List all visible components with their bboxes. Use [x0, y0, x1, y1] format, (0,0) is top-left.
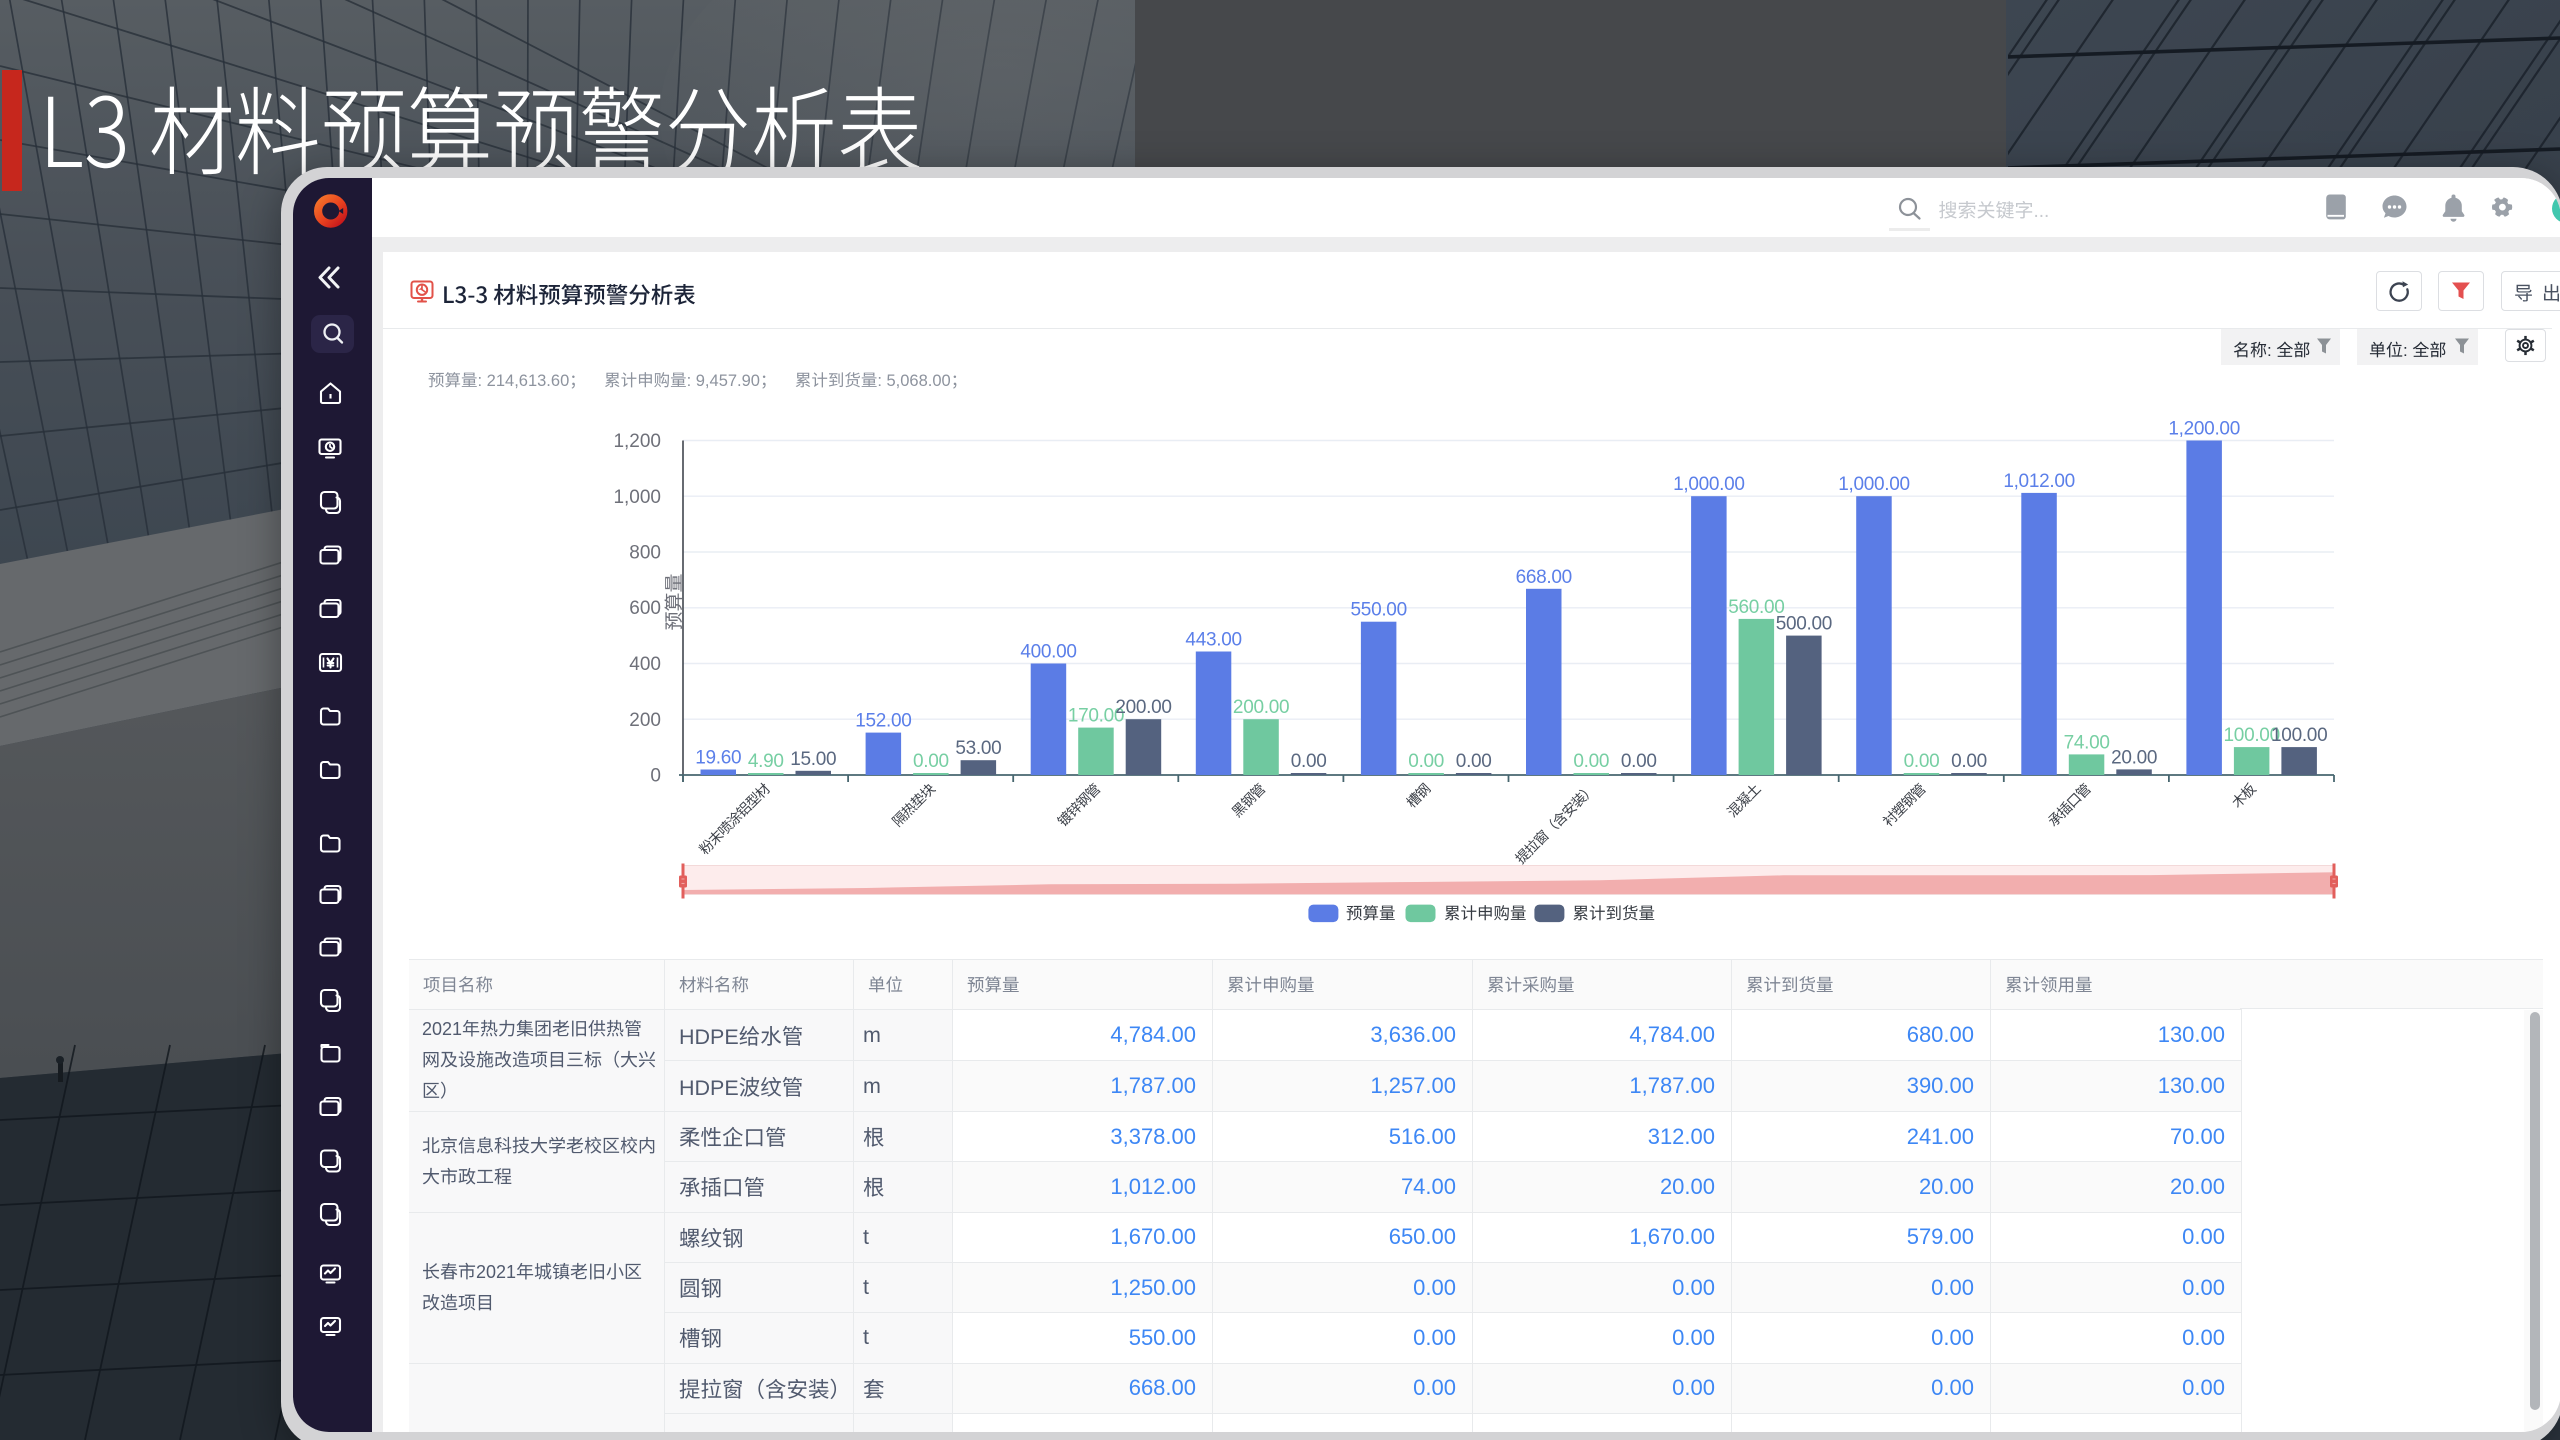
svg-text:累计申购量: 累计申购量 — [1444, 905, 1527, 923]
svg-text:15.00: 15.00 — [790, 749, 836, 770]
svg-text:木板: 木板 — [2229, 780, 2260, 811]
svg-text:累计到货量: 累计到货量 — [1573, 905, 1656, 923]
svg-text:1,000: 1,000 — [613, 487, 661, 508]
svg-text:4.90: 4.90 — [748, 751, 784, 772]
svg-text:400: 400 — [629, 654, 661, 675]
svg-text:黑钢管: 黑钢管 — [1229, 780, 1269, 820]
svg-text:200.00: 200.00 — [1115, 697, 1171, 718]
svg-text:668.00: 668.00 — [1516, 567, 1572, 588]
svg-text:0.00: 0.00 — [1456, 751, 1492, 772]
svg-text:400.00: 400.00 — [1020, 642, 1076, 663]
svg-text:0: 0 — [650, 766, 661, 787]
svg-text:443.00: 443.00 — [1185, 630, 1241, 651]
svg-text:200.00: 200.00 — [1233, 697, 1289, 718]
svg-text:0.00: 0.00 — [1408, 751, 1444, 772]
svg-text:衬塑钢管: 衬塑钢管 — [1880, 780, 1929, 829]
svg-text:74.00: 74.00 — [2064, 732, 2110, 753]
svg-text:0.00: 0.00 — [1573, 751, 1609, 772]
svg-text:0.00: 0.00 — [1951, 751, 1987, 772]
svg-text:600: 600 — [629, 598, 661, 619]
svg-text:152.00: 152.00 — [855, 711, 911, 732]
svg-text:提拉窗（含安装）: 提拉窗（含安装） — [1512, 781, 1598, 867]
svg-text:1,012.00: 1,012.00 — [2003, 471, 2075, 492]
svg-text:0.00: 0.00 — [1621, 751, 1657, 772]
svg-text:隔热垫块: 隔热垫块 — [889, 780, 938, 829]
svg-text:1,000.00: 1,000.00 — [1673, 474, 1745, 495]
svg-text:20.00: 20.00 — [2111, 747, 2157, 768]
svg-text:粉末喷涂铝型材: 粉末喷涂铝型材 — [696, 780, 773, 857]
svg-text:1,200: 1,200 — [613, 431, 661, 452]
svg-text:预算量: 预算量 — [1346, 905, 1396, 923]
svg-text:预算量: 预算量 — [664, 573, 686, 630]
svg-text:200: 200 — [629, 710, 661, 731]
svg-text:槽钢: 槽钢 — [1403, 781, 1433, 811]
svg-text:1,000.00: 1,000.00 — [1838, 474, 1910, 495]
svg-text:混凝土: 混凝土 — [1724, 780, 1764, 820]
svg-text:800: 800 — [629, 543, 661, 564]
svg-text:镀锌钢管: 镀锌钢管 — [1054, 780, 1103, 829]
svg-text:53.00: 53.00 — [955, 738, 1001, 759]
svg-text:承插口管: 承插口管 — [2045, 780, 2094, 829]
svg-text:0.00: 0.00 — [1291, 751, 1327, 772]
svg-text:0.00: 0.00 — [1904, 751, 1940, 772]
svg-text:1,200.00: 1,200.00 — [2168, 419, 2240, 440]
svg-text:550.00: 550.00 — [1351, 600, 1407, 621]
svg-text:0.00: 0.00 — [913, 751, 949, 772]
svg-text:19.60: 19.60 — [695, 748, 741, 769]
svg-text:500.00: 500.00 — [1776, 614, 1832, 635]
svg-text:100.00: 100.00 — [2271, 725, 2327, 746]
